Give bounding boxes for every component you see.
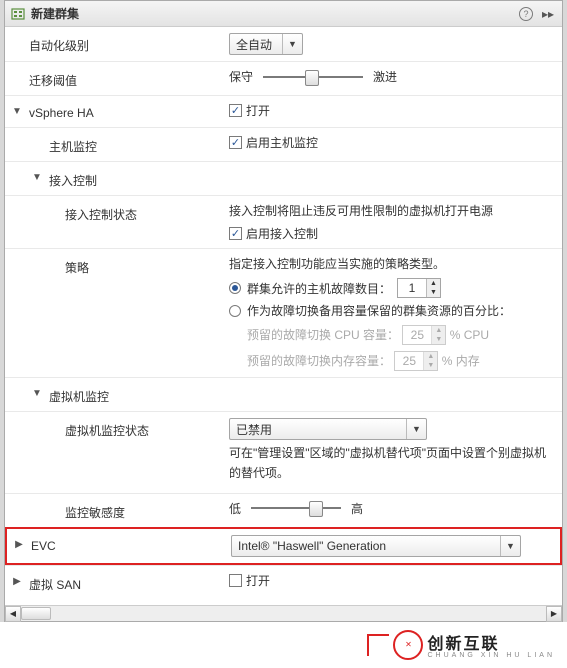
help-icon[interactable]: ? [518,6,534,22]
dialog-title: 新建群集 [31,5,512,22]
spinner-down-icon: ▼ [427,288,440,297]
expand-icon[interactable]: ▶ [5,572,29,587]
label-host-monitoring: 主机监控 [49,134,229,155]
content-scroll[interactable]: 自动化级别 全自动 ▼ 迁移阈值 保守 激进 ▼ vSphere HA [5,27,562,605]
chevron-down-icon: ▼ [282,34,302,54]
policy-desc: 指定接入控制功能应当实施的策略类型。 [229,255,548,274]
row-migration-threshold: 迁移阈值 保守 激进 [5,61,562,95]
cluster-icon [11,7,25,21]
brand-main: 创新互联 [427,630,555,654]
vm-status-desc: 可在"管理设置"区域的"虚拟机替代项"页面中设置个别虚拟机的替代项。 [229,444,548,482]
collapse-icon[interactable]: ▼ [5,384,49,399]
row-sensitivity: 监控敏感度 低 高 [5,493,562,527]
row-automation-level: 自动化级别 全自动 ▼ [5,27,562,61]
spinner-cpu-reserve: 25 ▲▼ [402,325,446,345]
label-migration: 迁移阈值 [29,68,229,89]
slider-migration[interactable]: 保守 激进 [229,68,397,85]
collapse-icon[interactable]: ▼ [5,102,29,117]
horizontal-scrollbar[interactable]: ◀ ▶ [5,605,562,621]
select-automation-level[interactable]: 全自动 ▼ [229,33,303,55]
label-admission: 接入控制 [49,168,229,189]
label-vsan: 虚拟 SAN [29,572,229,593]
scroll-handle[interactable] [21,607,51,620]
label-automation: 自动化级别 [29,33,229,54]
slider-sensitivity[interactable]: 低 高 [229,500,363,517]
collapse-icon[interactable]: ▼ [5,168,49,183]
row-host-monitoring: 主机监控 ✓ 启用主机监控 [5,127,562,161]
scroll-right-icon[interactable]: ▶ [546,606,562,622]
brand-logo-icon: ✕ [393,630,423,660]
checkbox-admission[interactable]: ✓ 启用接入控制 [229,225,318,242]
row-admission-control: ▼ 接入控制 [5,161,562,195]
checkmark-icon: ✓ [229,227,242,240]
label-vm-status: 虚拟机监控状态 [65,418,229,439]
brand-footer: ✕ 创新互联 CHUANG XIN HU LIAN [0,622,567,668]
radio-host-failures[interactable] [229,282,241,294]
spinner-host-failures[interactable]: 1 ▲▼ [397,278,441,298]
checkmark-icon: ✓ [229,136,242,149]
scroll-left-icon[interactable]: ◀ [5,606,21,622]
label-evc: EVC [31,535,231,553]
label-admission-status: 接入控制状态 [65,202,229,223]
select-vm-monitoring[interactable]: 已禁用 ▼ [229,418,427,440]
titlebar: 新建群集 ? ▸▸ [5,1,562,27]
chevron-down-icon: ▼ [500,536,520,556]
brand-sub: CHUANG XIN HU LIAN [427,652,555,659]
label-vsphere-ha: vSphere HA [29,102,229,120]
checkbox-host-monitoring[interactable]: ✓ 启用主机监控 [229,134,318,151]
row-vm-monitoring-status: 虚拟机监控状态 已禁用 ▼ 可在"管理设置"区域的"虚拟机替代项"页面中设置个别… [5,411,562,492]
expand-icon[interactable]: ▶ [7,535,31,550]
label-sensitivity: 监控敏感度 [65,500,229,521]
row-vsan: ▶ 虚拟 SAN 打开 [5,565,562,599]
label-vm-monitoring: 虚拟机监控 [49,384,229,405]
checkmark-icon: ✓ [229,104,242,117]
row-vsphere-ha: ▼ vSphere HA ✓ 打开 [5,95,562,127]
row-vm-monitoring: ▼ 虚拟机监控 [5,377,562,411]
radio-capacity-reserve[interactable] [229,305,241,317]
row-admission-status: 接入控制状态 接入控制将阻止违反可用性限制的虚拟机打开电源 ✓ 启用接入控制 [5,195,562,248]
brand-redbox-corner [367,634,389,656]
spinner-up-icon: ▲ [427,279,440,288]
row-evc: ▶ EVC Intel® "Haswell" Generation ▼ [5,527,562,565]
select-evc[interactable]: Intel® "Haswell" Generation ▼ [231,535,521,557]
label-policy: 策略 [65,255,229,276]
chevron-down-icon: ▼ [406,419,426,439]
svg-text:?: ? [523,9,528,19]
expand-icon[interactable]: ▸▸ [540,6,556,22]
row-policy: 策略 指定接入控制功能应当实施的策略类型。 群集允许的主机故障数目： 1 ▲▼ … [5,248,562,377]
new-cluster-dialog: 新建群集 ? ▸▸ 自动化级别 全自动 ▼ 迁移阈值 保守 激 [4,0,563,622]
checkbox-ha-enable[interactable]: ✓ 打开 [229,102,270,119]
checkbox-vsan[interactable]: 打开 [229,572,270,589]
spinner-mem-reserve: 25 ▲▼ [394,351,438,371]
admission-desc: 接入控制将阻止违反可用性限制的虚拟机打开电源 [229,202,548,221]
